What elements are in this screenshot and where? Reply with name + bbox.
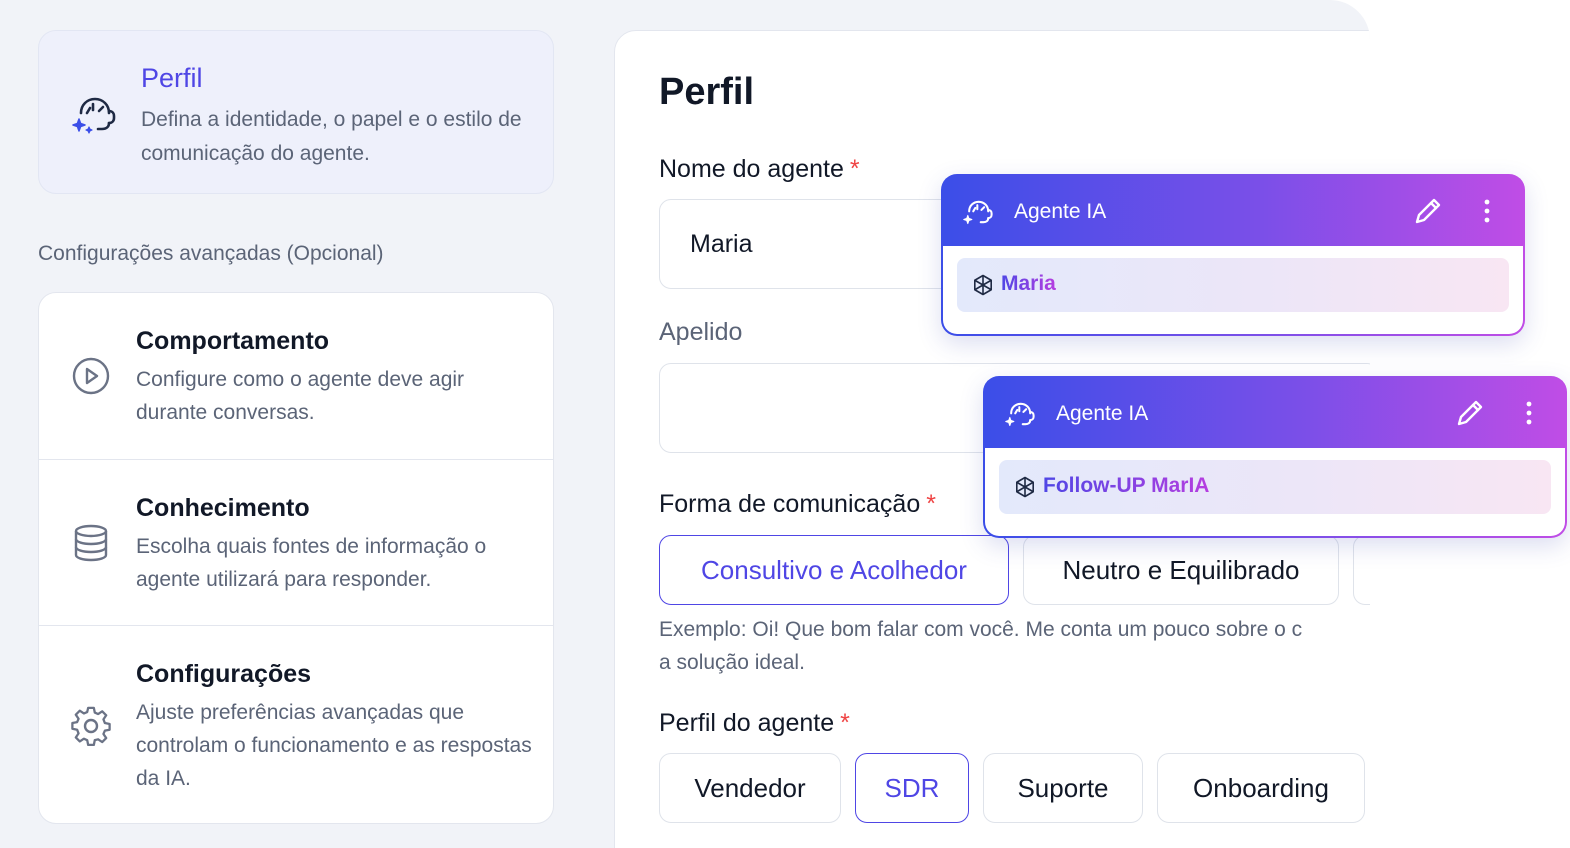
agent-profile-label: Perfil do agente *: [659, 709, 850, 738]
comm-option-consultivo[interactable]: Consultivo e Acolhedor: [659, 535, 1009, 605]
ai-headset-icon: [1005, 402, 1035, 427]
comportamento-title: Comportamento: [136, 327, 330, 355]
agent-card-body: Maria: [943, 246, 1523, 334]
comm-option-partial[interactable]: [1353, 535, 1370, 605]
agent-card-name: Maria: [1001, 272, 1056, 295]
openai-icon: [974, 274, 992, 296]
agent-card-header: Agente IA: [985, 378, 1565, 448]
required-mark: *: [849, 155, 860, 183]
page-title: Perfil: [659, 71, 755, 113]
ai-headset-icon: [72, 97, 116, 134]
agent-card-header: Agente IA: [943, 176, 1523, 246]
communication-example-line1: Exemplo: Oi! Que bom falar com você. Me …: [659, 618, 1303, 641]
required-mark: *: [926, 490, 936, 518]
agent-card-body: Follow-UP MarIA: [985, 448, 1565, 536]
advanced-settings-list: Comportamento Configure como o agente de…: [38, 292, 554, 824]
pencil-icon[interactable]: [1453, 396, 1487, 430]
agent-card-name: Follow-UP MarIA: [1043, 474, 1210, 497]
sidebar-item-perfil[interactable]: Perfil Defina a identidade, o papel e o …: [38, 30, 554, 194]
communication-example-text: Exemplo: Oi! Que bom falar com você. Me …: [659, 613, 1370, 679]
communication-example-line2: a solução ideal.: [659, 651, 805, 674]
communication-style-label-text: Forma de comunicação: [659, 490, 921, 518]
gear-icon: [71, 706, 111, 746]
communication-style-label: Forma de comunicação *: [659, 490, 936, 519]
profile-option-onboarding[interactable]: Onboarding: [1157, 753, 1365, 823]
agent-name-label: Nome do agente *: [659, 155, 860, 184]
nickname-label: Apelido: [659, 318, 743, 346]
comportamento-description: Configure como o agente deve agir durant…: [136, 368, 465, 424]
profile-option-sdr[interactable]: SDR: [855, 753, 969, 823]
more-vertical-icon[interactable]: [1477, 196, 1497, 226]
agent-name-chip[interactable]: Maria: [957, 258, 1509, 312]
perfil-title: Perfil: [141, 63, 203, 93]
comm-option-neutro[interactable]: Neutro e Equilibrado: [1023, 535, 1339, 605]
agent-card-title: Agente IA: [1056, 402, 1149, 425]
agent-card[interactable]: Agente IA Follow-UP MarIA: [983, 376, 1567, 538]
profile-option-vendedor[interactable]: Vendedor: [659, 753, 841, 823]
conhecimento-title: Conhecimento: [136, 494, 310, 522]
conhecimento-description: Escolha quais fontes de informação o age…: [136, 535, 487, 591]
advanced-settings-label: Configurações avançadas (Opcional): [38, 242, 384, 265]
openai-icon: [1016, 476, 1034, 498]
database-icon: [74, 524, 108, 562]
sidebar-item-conhecimento[interactable]: Conhecimento Escolha quais fontes de inf…: [39, 459, 553, 625]
sidebar-item-comportamento[interactable]: Comportamento Configure como o agente de…: [39, 293, 553, 459]
required-mark: *: [840, 709, 850, 737]
agent-profile-label-text: Perfil do agente: [659, 709, 835, 737]
pencil-icon[interactable]: [1411, 194, 1445, 228]
sidebar-item-configuracoes[interactable]: Configurações Ajuste preferências avança…: [39, 625, 553, 823]
ai-headset-icon: [963, 200, 993, 225]
agent-name-label-text: Nome do agente: [659, 155, 844, 183]
perfil-description: Defina a identidade, o papel e o estilo …: [141, 108, 522, 165]
configuracoes-description: Ajuste preferências avançadas que contro…: [136, 701, 532, 790]
configuracoes-title: Configurações: [136, 660, 312, 688]
more-vertical-icon[interactable]: [1519, 398, 1539, 428]
play-circle-icon: [72, 357, 110, 395]
agent-card-title: Agente IA: [1014, 200, 1107, 223]
agent-name-chip[interactable]: Follow-UP MarIA: [999, 460, 1551, 514]
agent-card[interactable]: Agente IA Maria: [941, 174, 1525, 336]
profile-option-suporte[interactable]: Suporte: [983, 753, 1143, 823]
